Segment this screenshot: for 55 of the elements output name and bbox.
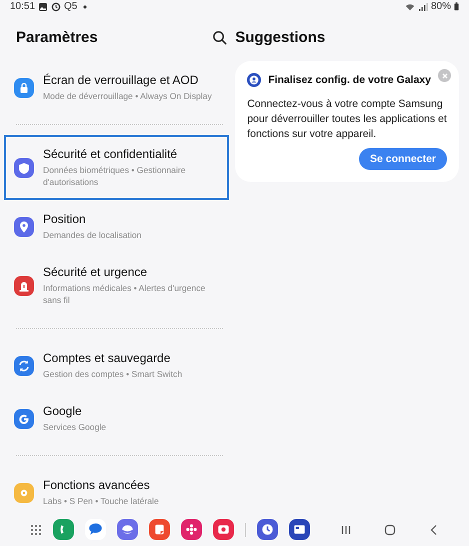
item-subtitle: Labs • S Pen • Touche latérale <box>43 495 159 507</box>
flower-icon[interactable] <box>181 519 202 540</box>
note-icon[interactable] <box>149 519 170 540</box>
clock-icon <box>51 2 62 12</box>
window-icon[interactable] <box>289 519 310 540</box>
item-title: Écran de verrouillage et AOD <box>43 73 200 88</box>
settings-item[interactable]: Position Demandes de localisation <box>4 200 230 253</box>
dot-icon <box>83 4 88 8</box>
sync-icon <box>14 356 34 376</box>
item-title: Sécurité et confidentialité <box>43 147 178 162</box>
item-title: Comptes et sauvegarde <box>43 351 172 366</box>
shield-icon <box>14 158 34 178</box>
settings-item[interactable]: Écran de verrouillage et AOD Mode de déverrouillage • Always On Display <box>4 61 230 114</box>
apps-grid-icon[interactable] <box>30 524 42 536</box>
alarm-light-icon <box>14 276 34 296</box>
planet-icon[interactable] <box>117 519 138 540</box>
chat-bubble-icon[interactable] <box>85 519 106 540</box>
signal-icon <box>418 2 428 12</box>
settings-item[interactable]: Sécurité et urgence Informations médicales • Alertes d'urgence sans fil <box>4 253 230 318</box>
clock-icon[interactable] <box>257 519 278 540</box>
item-subtitle: Demandes de localisation <box>43 229 142 241</box>
home-icon[interactable] <box>383 522 397 536</box>
notification-text: Q5 <box>64 1 78 12</box>
battery-icon <box>454 2 459 11</box>
battery-percent: 80% <box>430 1 451 12</box>
gallery-icon <box>38 2 48 12</box>
search-icon <box>212 30 228 44</box>
account-icon <box>247 73 262 87</box>
card-title: Finalisez config. de votre Galaxy <box>268 74 431 86</box>
sign-in-button[interactable]: Se connecter <box>359 148 447 170</box>
clock-time: 10:51 <box>10 1 36 12</box>
google-icon <box>14 408 34 428</box>
card-text: Connectez-vous à votre compte Samsung pour déverrouiller toutes les applications et fonctions sur votre appareil. <box>247 97 447 142</box>
page-title: Paramètres <box>16 28 98 46</box>
lock-icon <box>14 78 34 98</box>
settings-item[interactable]: Google Services Google <box>4 392 230 445</box>
close-icon <box>440 70 450 80</box>
location-pin-icon <box>14 216 34 236</box>
phone-icon[interactable] <box>53 519 74 540</box>
settings-item[interactable]: Fonctions avancées Labs • S Pen • Touche latérale <box>4 466 230 519</box>
item-title: Position <box>43 212 87 227</box>
item-subtitle: Informations médicales • Alertes d'urgence sans fil <box>43 282 206 306</box>
settings-item[interactable]: Sécurité et confidentialité Données biométriques • Gestionnaire d'autorisations <box>4 135 230 200</box>
item-subtitle: Données biométriques • Gestionnaire d'autorisations <box>43 164 186 188</box>
item-subtitle: Mode de déverrouillage • Always On Display <box>43 90 212 102</box>
item-title: Fonctions avancées <box>43 478 151 493</box>
item-subtitle: Services Google <box>43 421 106 433</box>
item-subtitle: Gestion des comptes • Smart Switch <box>43 368 182 380</box>
gear-icon <box>14 482 34 502</box>
item-title: Google <box>43 404 83 419</box>
section-title: Suggestions <box>235 28 326 48</box>
settings-item[interactable]: Comptes et sauvegarde Gestion des comptes • Smart Switch <box>4 339 230 392</box>
item-title: Sécurité et urgence <box>43 265 148 280</box>
wifi-icon <box>404 2 415 12</box>
camera-icon[interactable] <box>213 519 234 540</box>
